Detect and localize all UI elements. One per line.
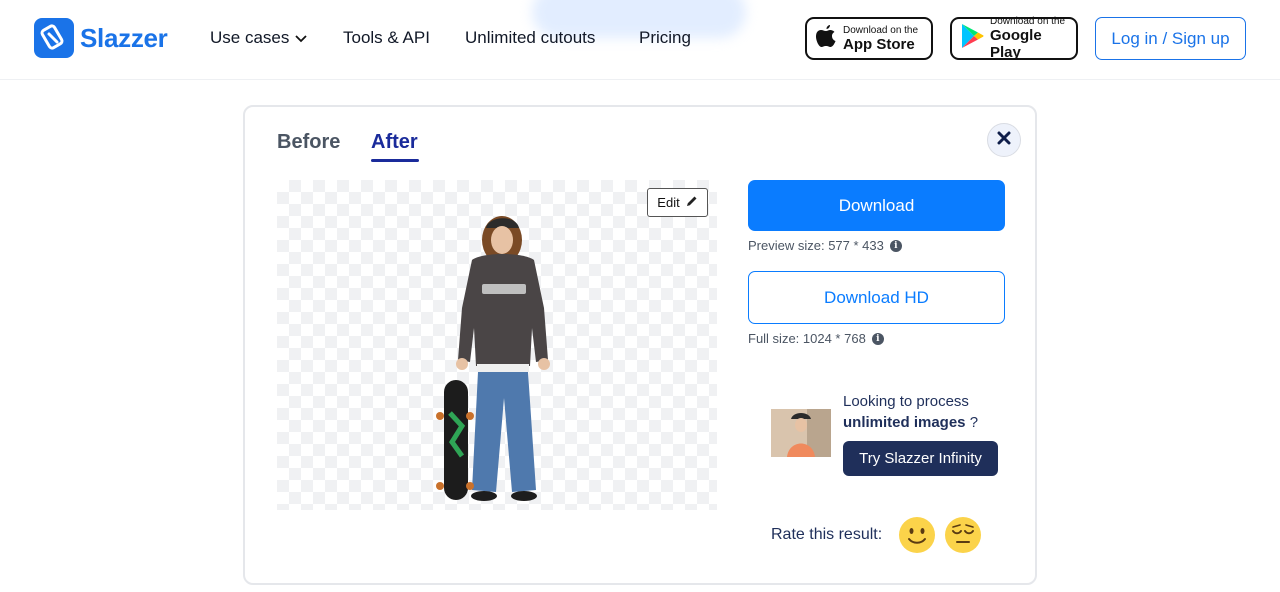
promo-line-2-tail: ?: [965, 414, 979, 431]
try-slazzer-infinity-button[interactable]: Try Slazzer Infinity: [843, 441, 998, 476]
close-button[interactable]: [987, 123, 1021, 157]
google-play-big-text: Google Play: [990, 27, 1042, 61]
preview-size-text: Preview size: 577 * 433: [748, 238, 884, 253]
promo-line-2: unlimited images ?: [843, 414, 978, 431]
pencil-icon: [686, 195, 698, 210]
tab-before[interactable]: Before: [277, 131, 340, 154]
slazzer-logo-icon: [34, 18, 74, 58]
nav-use-cases-label: Use cases: [210, 28, 290, 47]
brand-logo[interactable]: Slazzer: [34, 18, 168, 58]
edit-button[interactable]: Edit: [647, 188, 708, 217]
google-play-button[interactable]: Download on the Google Play: [950, 16, 1078, 61]
promo-thumbnail-image: [771, 409, 831, 457]
result-preview-canvas: Edit: [277, 180, 717, 510]
info-icon[interactable]: i: [889, 239, 902, 252]
happy-face-icon[interactable]: [899, 517, 935, 553]
promo-bold-text: unlimited images: [843, 414, 966, 431]
nav-unlimited-cutouts[interactable]: Unlimited cutouts: [465, 28, 595, 48]
app-store-big-text: App Store: [843, 35, 915, 53]
brand-name: Slazzer: [80, 22, 168, 53]
full-size-text: Full size: 1024 * 768: [748, 331, 866, 346]
chevron-down-icon: [295, 28, 308, 48]
download-hd-button[interactable]: Download HD: [748, 271, 1005, 324]
google-play-small-text: Download on the: [990, 16, 1066, 27]
unhappy-face-icon[interactable]: [945, 517, 981, 553]
edit-label: Edit: [657, 195, 680, 210]
app-store-small-text: Download on the: [843, 24, 919, 36]
info-icon[interactable]: i: [871, 332, 884, 345]
nav-tools-api[interactable]: Tools & API: [343, 28, 430, 48]
nav-pricing[interactable]: Pricing: [639, 28, 691, 48]
tab-after[interactable]: After: [371, 131, 418, 154]
promo-line-1: Looking to process: [843, 393, 969, 410]
apple-icon: [815, 23, 837, 54]
close-icon: [997, 131, 1011, 150]
preview-size-info: Preview size: 577 * 433 i: [748, 238, 902, 253]
login-signup-button[interactable]: Log in / Sign up: [1095, 17, 1246, 60]
download-button[interactable]: Download: [748, 180, 1005, 231]
active-tab-indicator: [371, 159, 419, 162]
cutout-person-image: [436, 216, 550, 501]
google-play-icon: [960, 23, 984, 54]
full-size-info: Full size: 1024 * 768 i: [748, 331, 884, 346]
nav-use-cases[interactable]: Use cases: [210, 28, 308, 48]
result-card: Before After Edit Download Preview size:…: [243, 105, 1037, 585]
rate-result-label: Rate this result:: [771, 526, 883, 543]
site-header: Slazzer Use cases Tools & API Unlimited …: [0, 0, 1280, 80]
app-store-button[interactable]: Download on the App Store: [805, 17, 933, 60]
